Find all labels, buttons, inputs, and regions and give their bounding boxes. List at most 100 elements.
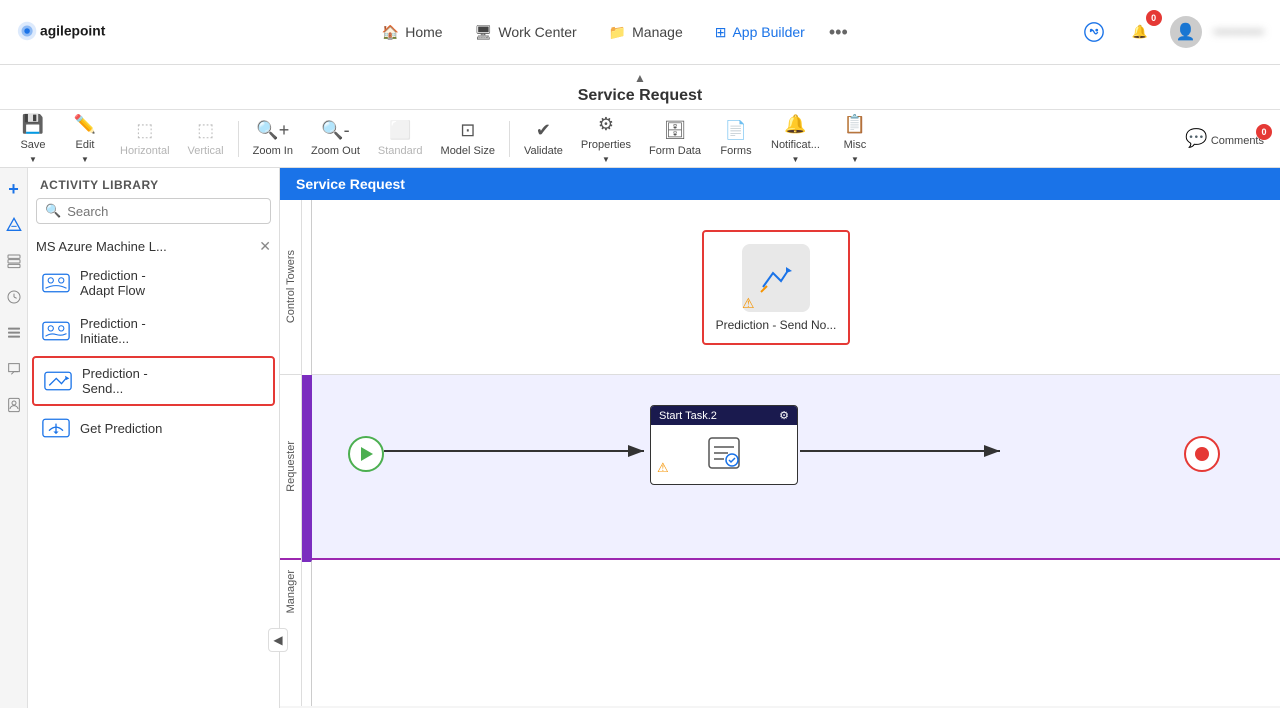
monitor-icon: 🖥: [475, 24, 493, 41]
notifications-toolbar-icon: 🔔: [784, 114, 806, 135]
logo[interactable]: agilepoint: [16, 12, 146, 53]
prediction-send-label: Prediction - Send No...: [716, 318, 837, 332]
properties-label: Properties: [581, 139, 631, 151]
validate-label: Validate: [524, 145, 563, 157]
properties-button[interactable]: ⚙ Properties ▼: [573, 110, 639, 168]
search-box[interactable]: 🔍: [36, 198, 271, 224]
activity-icon-send: [42, 369, 74, 393]
notifications-badge: 0: [1146, 10, 1162, 26]
swimlane-name-requester: Requester: [285, 441, 297, 492]
edit-label: Edit: [76, 139, 95, 151]
comments-label: Comments: [1211, 135, 1264, 147]
notifications-button[interactable]: 🔔 0: [1122, 14, 1158, 50]
forms-button[interactable]: 📄 Forms: [711, 116, 761, 161]
comments-button[interactable]: 💬 Comments 0: [1177, 124, 1272, 153]
user-avatar[interactable]: 👤: [1168, 14, 1204, 50]
prediction-send-warning: ⚠: [742, 295, 755, 312]
main-area: + ACTIVITY LIBRARY: [0, 168, 1280, 708]
canvas-title-label: Service Request: [296, 176, 405, 192]
accent-manager: [302, 560, 312, 706]
notifications-label: Notificat...: [771, 139, 820, 151]
sidebar-collapse-button[interactable]: ◀: [268, 628, 288, 652]
save-button[interactable]: 💾 Save ▼: [8, 110, 58, 168]
badge-icon-button[interactable]: [1, 390, 27, 420]
form-data-icon: 🗄: [664, 120, 687, 141]
validate-icon: ✔: [536, 120, 551, 141]
activity-library-sidebar: + ACTIVITY LIBRARY: [0, 168, 280, 708]
misc-icon: 📋: [844, 114, 866, 135]
nav-home-label: Home: [405, 24, 442, 40]
activity-item-get-prediction[interactable]: Get Prediction: [32, 408, 275, 448]
edit-button[interactable]: ✏️ Edit ▼: [60, 110, 110, 168]
model-size-label: Model Size: [441, 145, 495, 157]
canvas-main[interactable]: ⚠ Prediction - Send No...: [312, 200, 1280, 706]
node-prediction-send[interactable]: ⚠ Prediction - Send No...: [702, 230, 850, 345]
nav-manage[interactable]: 📁 Manage: [595, 18, 697, 47]
connections-icon-button[interactable]: [1, 246, 27, 276]
misc-button[interactable]: 📋 Misc ▼: [830, 110, 880, 168]
canvas-title: Service Request: [280, 168, 1280, 200]
sidebar-content: ACTIVITY LIBRARY 🔍 MS Azure Machine L...…: [28, 168, 279, 708]
activity-item-prediction-send[interactable]: Prediction -Send...: [32, 356, 275, 406]
swimlane-name-manager: Manager: [285, 570, 297, 613]
chat-icon-button[interactable]: [1, 354, 27, 384]
vertical-button: ⬚ Vertical: [180, 116, 232, 161]
activity-name-adapt: Prediction -Adapt Flow: [80, 268, 146, 298]
nav-home[interactable]: 🏠 Home: [368, 18, 457, 47]
node-start[interactable]: [348, 436, 384, 472]
nav-workcenter-label: Work Center: [498, 24, 576, 40]
zoom-out-button[interactable]: 🔍- Zoom Out: [303, 116, 368, 161]
collapse-chevron[interactable]: ▲: [0, 71, 1280, 85]
add-activity-button[interactable]: +: [1, 174, 27, 204]
clock-icon-button[interactable]: [1, 282, 27, 312]
ai-assist-button[interactable]: [1076, 14, 1112, 50]
search-input[interactable]: [67, 204, 262, 219]
grid-icon: ⊞: [715, 24, 727, 41]
home-icon: 🏠: [382, 24, 399, 41]
form-data-button[interactable]: 🗄 Form Data: [641, 116, 709, 161]
list-icon-button[interactable]: [1, 318, 27, 348]
activity-item-prediction-adapt[interactable]: Prediction -Adapt Flow: [32, 260, 275, 306]
page-title: Service Request: [578, 87, 703, 104]
standard-label: Standard: [378, 145, 423, 157]
zoom-in-label: Zoom In: [253, 145, 293, 157]
nav-appbuilder[interactable]: ⊞ App Builder: [701, 18, 819, 47]
save-label: Save: [20, 139, 45, 151]
nav-workcenter[interactable]: 🖥 Work Center: [461, 18, 591, 47]
activity-icon-initiate: [40, 319, 72, 343]
model-size-button[interactable]: ⊡ Model Size: [433, 116, 503, 161]
activities-icon-button[interactable]: [1, 210, 27, 240]
save-icon: 💾: [22, 114, 44, 135]
task-header-label: Start Task.2: [659, 410, 717, 422]
ms-azure-label: MS Azure Machine L...: [36, 239, 167, 254]
edit-icon: ✏️: [74, 114, 96, 135]
model-size-icon: ⊡: [460, 120, 475, 141]
swimlane-label-control: Control Towers: [280, 200, 301, 375]
horizontal-icon: ⬚: [136, 120, 153, 141]
close-ms-azure-button[interactable]: ✕: [259, 238, 271, 255]
task-warning-icon: ⚠: [657, 460, 669, 476]
nav-appbuilder-label: App Builder: [732, 24, 804, 40]
swimlane-accents: [302, 200, 312, 706]
zoom-in-button[interactable]: 🔍+ Zoom In: [245, 116, 301, 161]
activity-name-send: Prediction -Send...: [82, 366, 148, 396]
validate-button[interactable]: ✔ Validate: [516, 116, 571, 161]
task-body-icon: [704, 433, 744, 473]
activity-icon-adapt: [40, 271, 72, 295]
notifications-toolbar-button[interactable]: 🔔 Notificat... ▼: [763, 110, 828, 168]
vertical-label: Vertical: [188, 145, 224, 157]
node-start-task[interactable]: Start Task.2 ⚙ ⚠: [650, 405, 798, 485]
swimlane-name-control: Control Towers: [285, 250, 297, 323]
activity-name-get: Get Prediction: [80, 421, 162, 436]
form-data-label: Form Data: [649, 145, 701, 157]
sidebar-icon-strip: +: [0, 168, 28, 708]
end-stop-icon: [1195, 447, 1209, 461]
toolbar-separator-1: [238, 121, 239, 157]
vertical-icon: ⬚: [197, 120, 214, 141]
node-end[interactable]: [1184, 436, 1220, 472]
nav-more[interactable]: •••: [823, 16, 854, 49]
task-settings-icon[interactable]: ⚙: [779, 409, 789, 422]
nav-right-section: 🔔 0 👤 ••••••••••••: [1076, 14, 1264, 50]
activity-item-prediction-initiate[interactable]: Prediction -Initiate...: [32, 308, 275, 354]
canvas-area: Service Request Control Towers Requester…: [280, 168, 1280, 708]
